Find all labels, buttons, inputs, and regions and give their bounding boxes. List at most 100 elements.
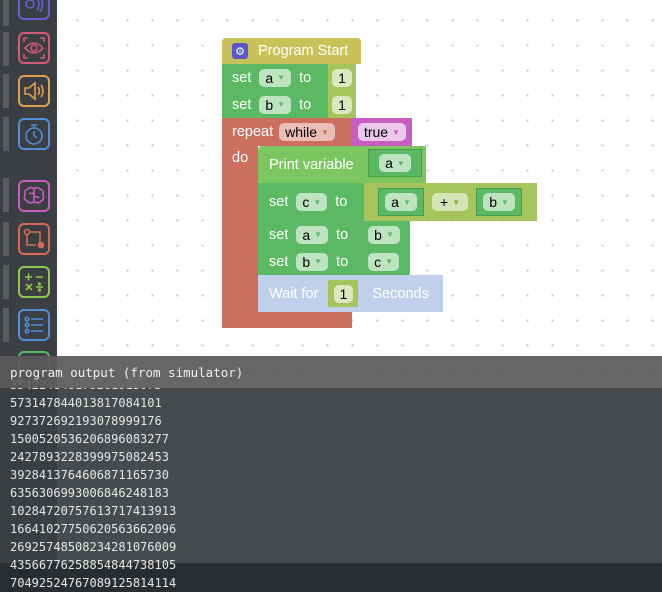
program-start-label: Program Start bbox=[258, 43, 349, 59]
output-title: program output (from simulator) bbox=[0, 356, 662, 388]
eye-icon bbox=[23, 37, 45, 59]
variable-dropdown[interactable]: b ▼ bbox=[368, 225, 400, 244]
variable-name: c bbox=[374, 253, 382, 270]
variable-dropdown[interactable]: b ▼ bbox=[296, 252, 329, 271]
boolean-value: true bbox=[363, 124, 389, 140]
sidebar-tab bbox=[3, 0, 9, 26]
dropdown-arrow-icon: ▼ bbox=[321, 127, 329, 137]
number-field[interactable]: 1 bbox=[333, 284, 354, 303]
dropdown-arrow-icon: ▼ bbox=[277, 100, 286, 109]
number-block[interactable]: 1 bbox=[328, 64, 356, 91]
variable-name: a bbox=[385, 155, 393, 171]
set-c-block[interactable]: set c ▼ to bbox=[258, 183, 368, 221]
output-line: 10284720757613717413913 bbox=[10, 504, 177, 518]
number-block[interactable]: 1 bbox=[328, 280, 359, 307]
variable-name: c bbox=[302, 194, 310, 210]
output-panel: program output (from simulator) 35422484… bbox=[0, 356, 662, 592]
dropdown-arrow-icon: ▼ bbox=[402, 197, 411, 207]
category-sensing[interactable] bbox=[18, 0, 50, 20]
variable-dropdown[interactable]: a ▼ bbox=[385, 193, 417, 211]
repeat-block-bottom[interactable] bbox=[222, 312, 352, 328]
output-line: 26925748508234281076009 bbox=[10, 540, 177, 554]
number-field[interactable]: 1 bbox=[332, 68, 352, 87]
category-ai[interactable] bbox=[18, 180, 50, 212]
operator-dropdown[interactable]: + ▼ bbox=[432, 193, 469, 211]
variable-name: a bbox=[391, 194, 399, 210]
dropdown-arrow-icon: ▼ bbox=[385, 257, 394, 266]
output-line: 1500520536206896083277 bbox=[10, 432, 169, 446]
dropdown-arrow-icon: ▼ bbox=[385, 230, 394, 239]
loop-mode-dropdown[interactable]: while ▼ bbox=[279, 123, 335, 141]
category-lists[interactable] bbox=[18, 309, 50, 341]
output-line: 70492524767089125814114 bbox=[10, 576, 177, 590]
sidebar-tab bbox=[3, 117, 9, 151]
output-line: 43566776258854844738105 bbox=[10, 558, 177, 572]
variable-dropdown[interactable]: c ▼ bbox=[296, 193, 328, 211]
category-control[interactable] bbox=[18, 223, 50, 255]
variable-dropdown[interactable]: b ▼ bbox=[483, 193, 515, 211]
boolean-dropdown[interactable]: true ▼ bbox=[357, 123, 407, 141]
do-label: do bbox=[232, 150, 249, 166]
math-operators-icon bbox=[25, 273, 43, 292]
set-a-block[interactable]: set a ▼ to bbox=[222, 64, 330, 91]
output-line: 6356306993006846248183 bbox=[10, 486, 169, 500]
set-a-to-b-block[interactable]: set a ▼ to b ▼ bbox=[258, 221, 410, 248]
category-sound[interactable] bbox=[18, 75, 50, 107]
list-icon bbox=[24, 316, 43, 334]
repeat-label: repeat bbox=[232, 124, 274, 140]
output-line: 927372692193078999176 bbox=[10, 414, 162, 428]
boolean-block[interactable]: true ▼ bbox=[352, 118, 412, 146]
to-label: to bbox=[335, 194, 348, 210]
variable-name: a bbox=[302, 226, 311, 243]
variable-dropdown[interactable]: b ▼ bbox=[259, 95, 292, 114]
program-start-block[interactable]: ⚙ Program Start bbox=[222, 38, 361, 64]
set-b-to-c-block[interactable]: set b ▼ to c ▼ bbox=[258, 248, 410, 275]
loop-mode: while bbox=[285, 124, 318, 140]
variable-block[interactable]: a ▼ bbox=[378, 188, 424, 216]
variable-name: b bbox=[302, 253, 311, 270]
horizontal-scrollbar[interactable] bbox=[293, 551, 662, 561]
wait-block[interactable]: Wait for 1 Seconds bbox=[258, 275, 443, 312]
variable-dropdown[interactable]: c ▼ bbox=[368, 252, 400, 271]
dropdown-arrow-icon: ▼ bbox=[314, 230, 323, 239]
to-label: to bbox=[299, 69, 312, 86]
signal-icon bbox=[25, 0, 44, 13]
category-math[interactable] bbox=[18, 266, 50, 298]
dropdown-arrow-icon: ▼ bbox=[392, 127, 401, 137]
speaker-icon bbox=[24, 81, 44, 101]
repeat-while-block[interactable]: repeat while ▼ bbox=[222, 118, 352, 146]
variable-dropdown[interactable]: a ▼ bbox=[259, 68, 292, 87]
number-field[interactable]: 1 bbox=[332, 95, 352, 114]
variable-name: b bbox=[489, 194, 498, 210]
to-label: to bbox=[299, 96, 312, 113]
output-line: 16641027750620563662096 bbox=[10, 522, 177, 536]
dropdown-arrow-icon: ▼ bbox=[314, 257, 323, 266]
category-vision[interactable] bbox=[18, 32, 50, 64]
variable-dropdown[interactable]: a ▼ bbox=[296, 225, 329, 244]
category-timing[interactable] bbox=[18, 118, 50, 150]
brain-icon bbox=[23, 186, 45, 204]
number-block[interactable]: 1 bbox=[328, 91, 356, 118]
variable-dropdown[interactable]: a ▼ bbox=[379, 154, 411, 172]
print-variable-label: Print variable bbox=[269, 156, 354, 173]
sidebar-tab bbox=[3, 308, 9, 342]
output-lines: 3542248481792619150755731478440138170841… bbox=[10, 376, 176, 592]
gear-icon: ⚙ bbox=[232, 43, 248, 59]
variable-name: a bbox=[265, 69, 274, 86]
seconds-label: Seconds bbox=[372, 285, 429, 302]
variable-name: b bbox=[265, 96, 274, 113]
set-label: set bbox=[232, 96, 252, 113]
operator: + bbox=[440, 194, 449, 210]
variable-block[interactable]: b ▼ bbox=[476, 188, 523, 216]
set-label: set bbox=[232, 69, 252, 86]
arithmetic-block[interactable]: a ▼ + ▼ b ▼ bbox=[364, 183, 537, 221]
flow-icon bbox=[23, 228, 45, 249]
sidebar-tab bbox=[3, 178, 9, 212]
variable-name: b bbox=[374, 226, 382, 243]
sidebar-tab bbox=[3, 32, 9, 66]
dropdown-arrow-icon: ▼ bbox=[313, 197, 322, 207]
variable-block[interactable]: a ▼ bbox=[368, 149, 422, 177]
set-b-block[interactable]: set b ▼ to bbox=[222, 91, 330, 118]
set-label: set bbox=[269, 226, 289, 243]
sidebar-tab bbox=[3, 222, 9, 256]
